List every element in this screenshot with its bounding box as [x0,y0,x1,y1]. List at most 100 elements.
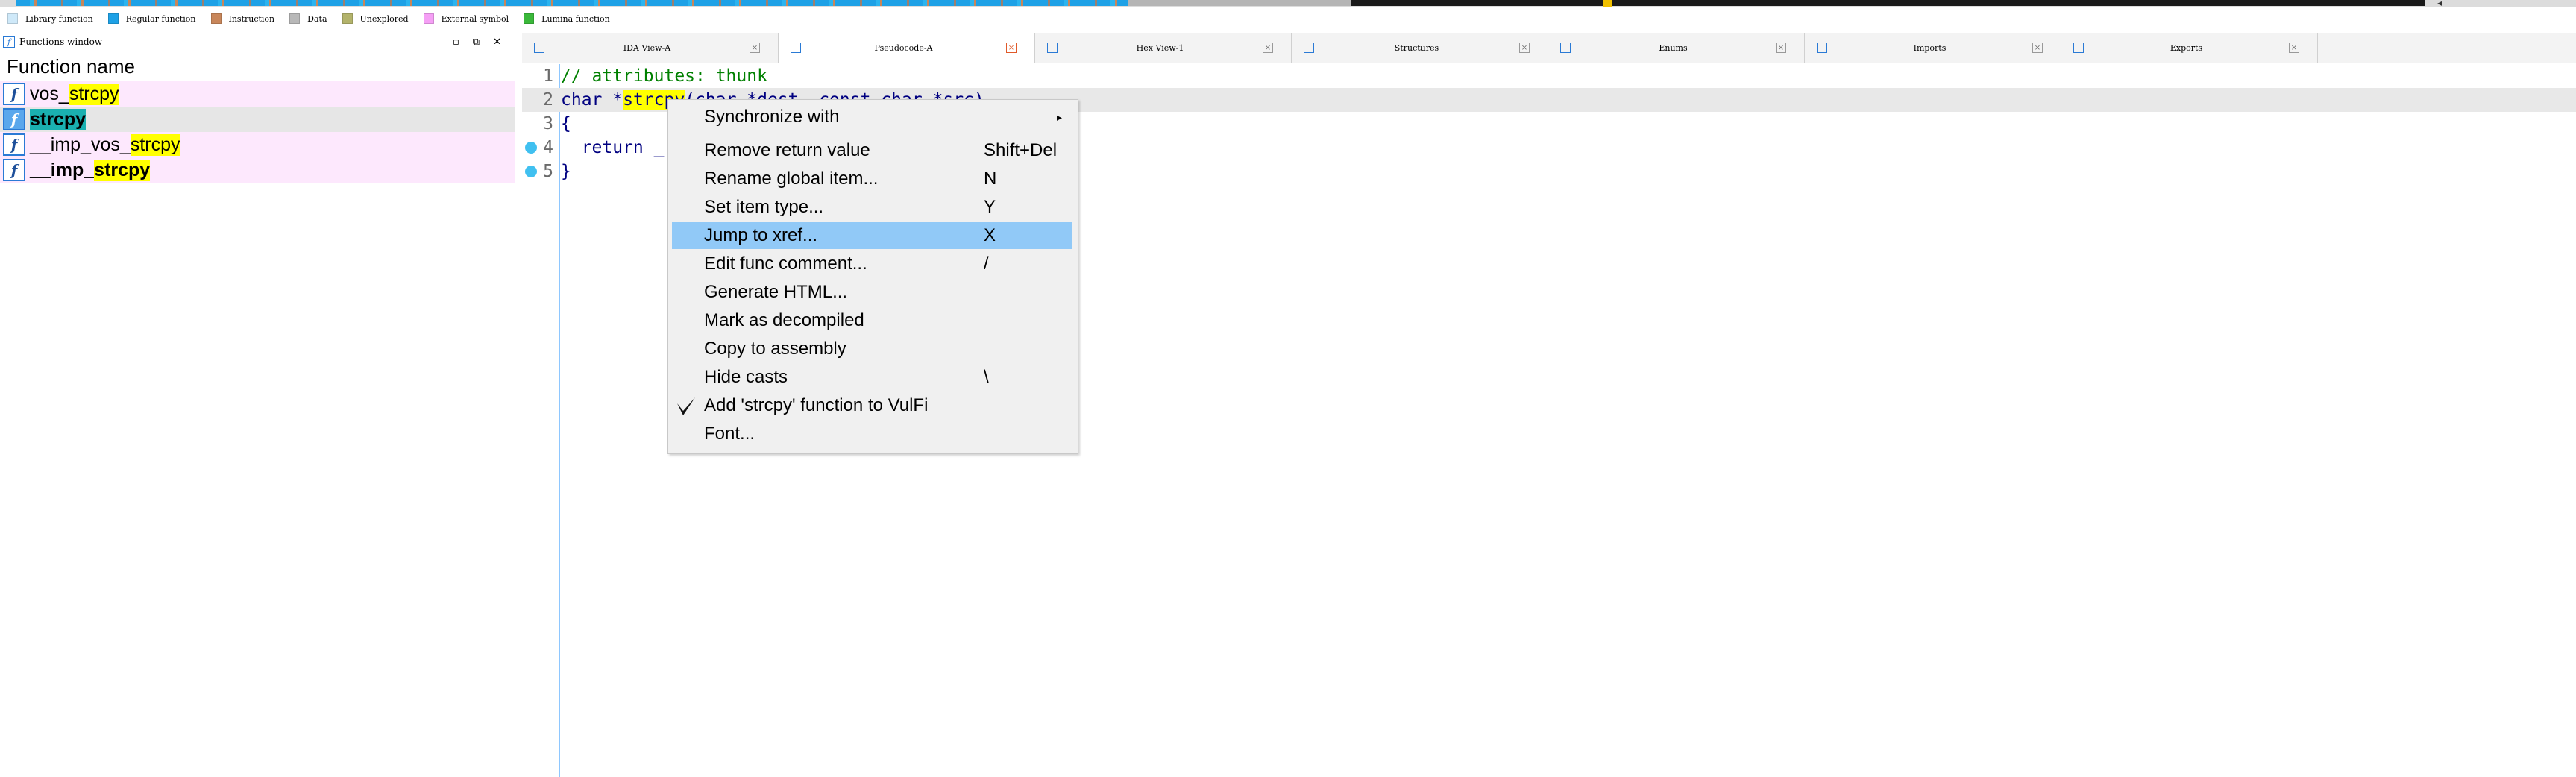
line-number: 2 [543,90,553,110]
menu-label: Jump to xref... [704,225,818,245]
function-row-selected[interactable]: f strcpy [0,107,515,132]
code-text: } [561,162,571,181]
menu-item-mark-as-decompiled[interactable]: Mark as decompiled [672,307,1072,334]
column-header-function-name[interactable]: Function name [0,51,515,81]
menu-item-generate-html[interactable]: Generate HTML... [672,279,1072,306]
menu-item-jump-to-xref[interactable]: Jump to xref... X [672,222,1072,249]
menu-label: Edit func comment... [704,254,867,274]
navigation-band[interactable]: ◂ [0,0,2576,8]
function-row[interactable]: f __imp_vos_ strcpy [0,132,515,157]
float-icon[interactable]: ⧉ [473,37,480,48]
ida-view-icon [534,43,544,53]
close-icon[interactable]: × [1519,43,1530,53]
nav-position-marker [1603,0,1612,7]
legend-item: Regular function [107,13,196,24]
function-row[interactable]: f vos_ strcpy [0,81,515,107]
function-name-match: strcpy [130,133,180,156]
tab-enums[interactable]: Enums × [1548,33,1805,63]
tab-exports[interactable]: Exports × [2061,33,2318,63]
menu-shortcut: \ [984,367,989,387]
legend-item: Unexplored [342,13,409,24]
function-icon: f [3,108,25,130]
exports-icon [2073,43,2084,53]
navigation-legend: Library function Regular function Instru… [0,10,618,27]
code-line[interactable]: 1 // attributes: thunk [522,64,2576,88]
tab-label: Hex View-1 [1136,43,1184,53]
nav-segment-unexplored [1351,0,2425,6]
tab-bar: IDA View-A × Pseudocode-A × Hex View-1 × St… [522,33,2576,63]
close-icon[interactable]: × [2289,43,2299,53]
close-icon[interactable]: × [750,43,760,53]
menu-label: Hide casts [704,367,788,387]
close-icon[interactable]: × [2032,43,2043,53]
nav-arrow-icon[interactable]: ◂ [2437,0,2442,8]
tab-ida-view-a[interactable]: IDA View-A × [522,33,779,63]
functions-window-title: Functions window [19,37,103,47]
functions-window-titlebar[interactable]: f Functions window ▫ ⧉ ✕ [0,33,515,51]
legend-label: Library function [25,13,93,24]
line-number: 1 [543,66,553,86]
menu-item-add-to-vulfi[interactable]: Add 'strcpy' function to VulFi [672,392,1072,419]
menu-label: Rename global item... [704,169,879,189]
function-icon: f [3,83,25,105]
legend-item: Data [289,13,327,24]
nav-segment-data [1128,0,1351,6]
legend-swatch [289,13,301,24]
close-icon[interactable]: ✕ [493,37,501,48]
menu-label: Synchronize with [704,107,840,127]
vulfi-check-icon [677,397,695,415]
context-menu: Synchronize with ▸ Remove return value Shi… [667,99,1078,454]
function-row[interactable]: f __imp_ strcpy [0,157,515,183]
minimize-icon[interactable]: ▫ [453,37,459,48]
breakpoint-dot-icon[interactable] [525,166,537,177]
menu-label: Generate HTML... [704,282,848,302]
function-icon: f [3,159,25,181]
tab-label: IDA View-A [623,43,671,53]
legend-swatch [342,13,353,24]
legend-item: Library function [7,13,93,24]
menu-item-remove-return-value[interactable]: Remove return value Shift+Del [672,137,1072,164]
menu-label: Copy to assembly [704,339,846,359]
tab-label: Imports [1913,43,1947,53]
structures-icon [1304,43,1314,53]
enums-icon [1560,43,1571,53]
menu-item-synchronize-with[interactable]: Synchronize with ▸ [672,104,1072,130]
legend-label: External symbol [441,13,509,24]
close-icon[interactable]: × [1006,43,1017,53]
close-icon[interactable]: × [1263,43,1273,53]
menu-item-rename-global-item[interactable]: Rename global item... N [672,166,1072,192]
code-text: { [561,114,571,133]
tab-structures[interactable]: Structures × [1292,33,1548,63]
tab-imports[interactable]: Imports × [1805,33,2061,63]
legend-swatch [524,13,535,24]
tab-label: Structures [1394,43,1439,53]
line-number: 3 [543,114,553,133]
menu-shortcut: Shift+Del [984,140,1058,160]
legend-item: External symbol [423,13,509,24]
close-icon[interactable]: × [1776,43,1786,53]
imports-icon [1817,43,1827,53]
tab-pseudocode-a[interactable]: Pseudocode-A × [779,33,1035,63]
menu-shortcut: / [984,254,989,274]
menu-item-set-item-type[interactable]: Set item type... Y [672,194,1072,221]
breakpoint-dot-icon[interactable] [525,142,537,154]
menu-shortcut: Y [984,197,996,217]
tab-hex-view-1[interactable]: Hex View-1 × [1035,33,1292,63]
menu-item-font[interactable]: Font... [672,421,1072,447]
menu-item-copy-to-assembly[interactable]: Copy to assembly [672,336,1072,362]
legend-swatch [423,13,434,24]
function-name-match: strcpy [30,108,87,130]
menu-item-hide-casts[interactable]: Hide casts \ [672,364,1072,391]
function-icon: f [3,133,25,156]
menu-label: Remove return value [704,140,870,160]
functions-window: f Functions window ▫ ⧉ ✕ Function name f… [0,33,515,777]
legend-swatch [210,13,222,24]
menu-shortcut: X [984,225,996,245]
legend-label: Regular function [125,13,196,24]
legend-label: Unexplored [359,13,409,24]
submenu-arrow-icon: ▸ [1056,110,1062,123]
legend-label: Data [307,13,327,24]
code-token: char * [561,90,623,110]
navigation-band-segments[interactable] [16,0,2425,6]
menu-item-edit-func-comment[interactable]: Edit func comment... / [672,251,1072,277]
